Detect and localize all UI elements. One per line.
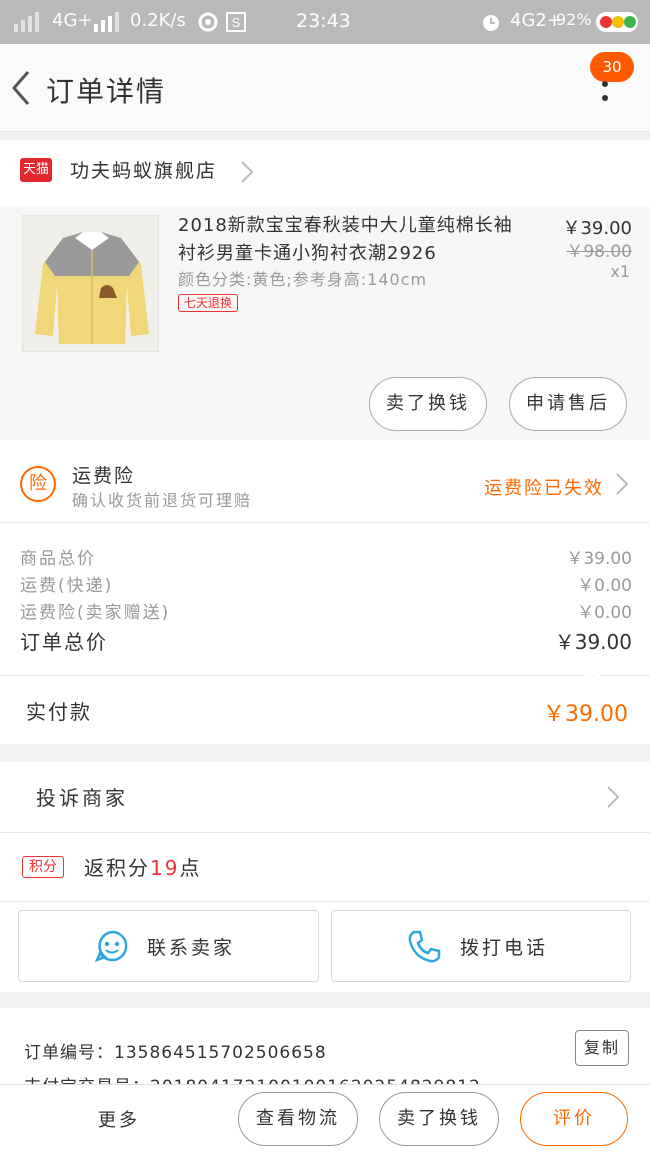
goods-total-value: ￥39.00 xyxy=(566,549,632,569)
shirt-illustration xyxy=(23,216,158,351)
insurance-title: 运费险 xyxy=(72,465,136,487)
battery-percent: 92% xyxy=(556,10,592,29)
phone-icon xyxy=(408,930,441,963)
chevron-right-icon xyxy=(241,161,254,183)
product-original-price: ￥98.00 xyxy=(566,242,632,262)
points-text: 返积分19点 xyxy=(84,852,201,881)
contact-seller-button[interactable]: 联系卖家 xyxy=(18,910,319,982)
product-title[interactable]: 2018新款宝宝春秋装中大儿童纯棉长袖衬衫男童卡通小狗衬衣潮2926 xyxy=(178,212,518,268)
network-type: 4G+ xyxy=(52,10,93,31)
call-phone-label: 拨打电话 xyxy=(460,937,549,959)
shipping-label: 运费(快递) xyxy=(20,576,114,596)
contact-seller-label: 联系卖家 xyxy=(147,937,236,959)
paid-value: ￥39.00 xyxy=(543,702,628,727)
view-logistics-button[interactable]: 查看物流 xyxy=(238,1092,358,1146)
sell-for-cash-button[interactable]: 卖了换钱 xyxy=(369,377,487,431)
insurance-icon: 险 xyxy=(20,466,56,502)
goods-total-label: 商品总价 xyxy=(20,549,96,569)
call-phone-button[interactable]: 拨打电话 xyxy=(331,910,631,982)
insurance-fee-value: ￥0.00 xyxy=(577,603,632,623)
more-options-icon[interactable] xyxy=(598,76,612,106)
points-number: 19 xyxy=(150,856,180,880)
clock: 23:43 xyxy=(296,10,351,32)
network-speed: 0.2K/s xyxy=(130,10,186,31)
alarm-icon xyxy=(483,15,499,31)
points-prefix: 返积分 xyxy=(84,856,150,880)
paid-label: 实付款 xyxy=(26,700,92,724)
page-title: 订单详情 xyxy=(46,75,167,108)
chat-face-icon xyxy=(95,930,128,963)
seven-day-return-tag: 七天退换 xyxy=(178,294,239,312)
product-image[interactable] xyxy=(22,215,159,352)
order-total-value: ￥39.00 xyxy=(554,630,632,654)
product-spec: 颜色分类:黄色;参考身高:140cm xyxy=(178,270,428,289)
tmall-logo: 天猫 xyxy=(20,158,52,182)
chevron-right-icon xyxy=(616,473,629,495)
insurance-fee-label: 运费险(卖家赠送) xyxy=(20,603,171,623)
order-detail-screen: 4G+ 0.2K/s S 23:43 4G2+ 92% 订单详情 30 天猫 功… xyxy=(0,0,650,1155)
svg-text:S: S xyxy=(232,15,241,30)
network-type-right: 4G2+ xyxy=(510,10,562,31)
shop-name[interactable]: 功夫蚂蚁旗舰店 xyxy=(70,156,217,183)
shipping-value: ￥0.00 xyxy=(577,576,632,596)
points-suffix: 点 xyxy=(179,856,202,880)
more-actions-link[interactable]: 更多 xyxy=(98,1106,140,1132)
app-header: 订单详情 xyxy=(0,44,650,132)
complain-merchant-label[interactable]: 投诉商家 xyxy=(36,782,128,811)
signal-icon-2 xyxy=(94,12,119,32)
order-number: 订单编号：1358645157025066​58 xyxy=(24,1043,327,1063)
sell-for-cash-bottom-button[interactable]: 卖了换钱 xyxy=(379,1092,499,1146)
insurance-subtitle: 确认收货前退货可理赔 xyxy=(72,491,253,510)
review-button[interactable]: 评价 xyxy=(520,1092,628,1146)
app-notification-icon xyxy=(198,12,218,32)
battery-icon xyxy=(596,12,638,32)
back-arrow-icon[interactable] xyxy=(8,68,38,108)
order-total-label: 订单总价 xyxy=(20,630,108,654)
caret-notch xyxy=(585,668,601,684)
status-bar: 4G+ 0.2K/s S 23:43 4G2+ 92% xyxy=(0,0,650,44)
signal-icon xyxy=(14,12,39,32)
insurance-status[interactable]: 运费险已失效 xyxy=(484,474,604,500)
chevron-right-icon xyxy=(607,786,620,808)
message-count-badge[interactable]: 30 xyxy=(590,52,634,82)
apply-after-sale-button[interactable]: 申请售后 xyxy=(509,377,627,431)
copy-button[interactable]: 复制 xyxy=(575,1030,629,1066)
points-tag: 积分 xyxy=(22,856,64,878)
product-quantity: x1 xyxy=(610,262,630,281)
s-app-icon: S xyxy=(226,12,246,32)
